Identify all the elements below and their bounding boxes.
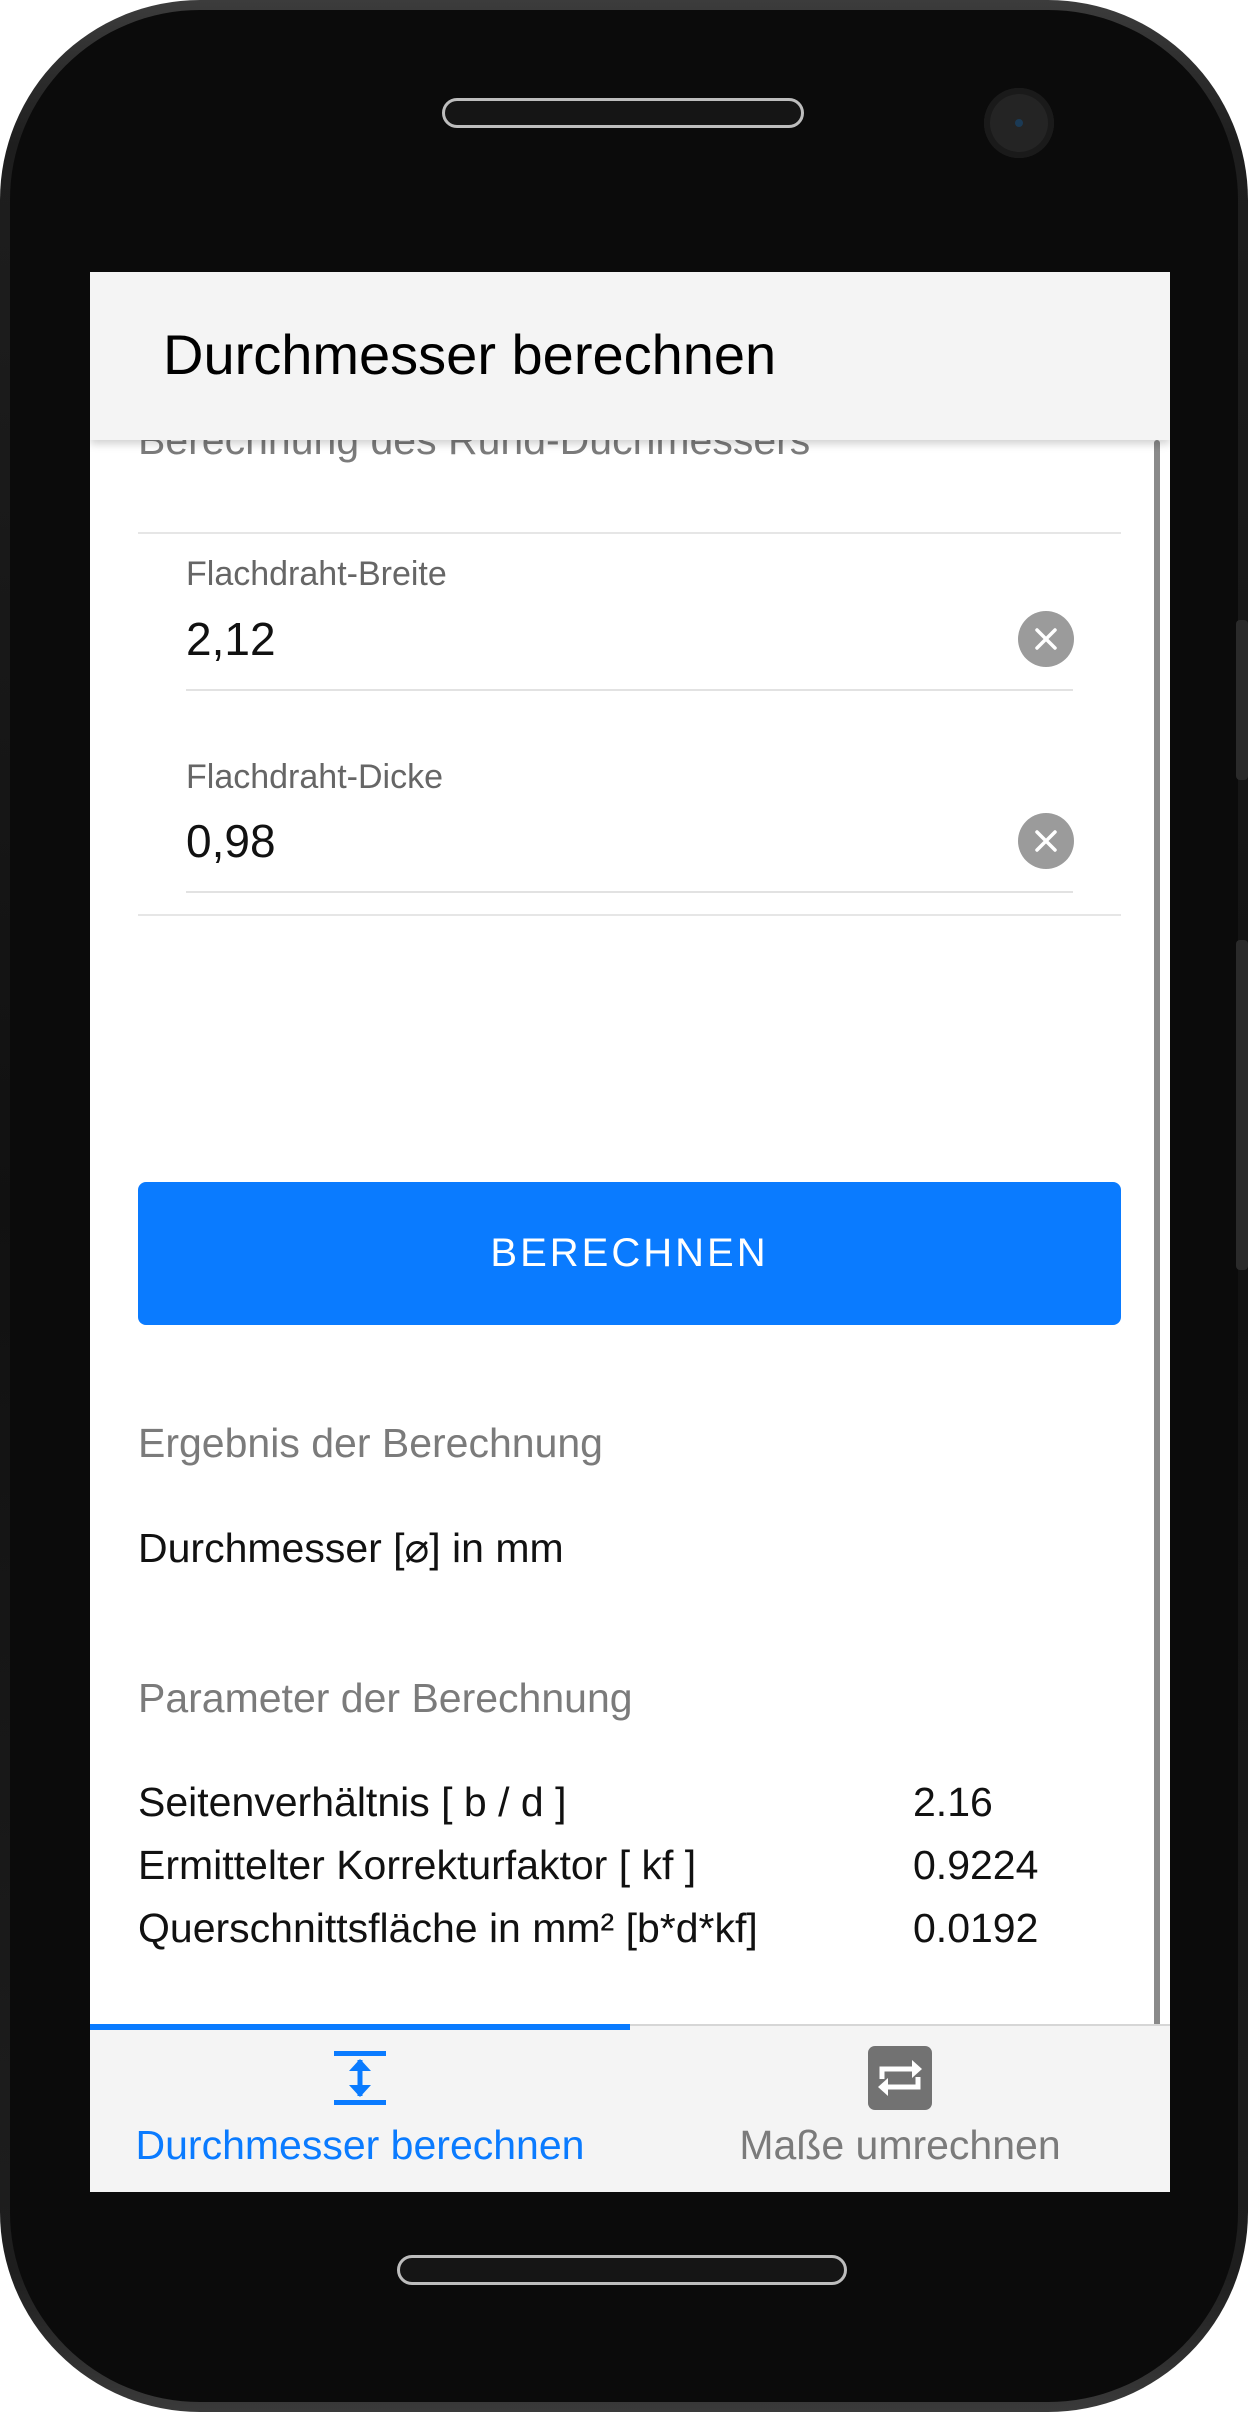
front-camera bbox=[984, 88, 1054, 158]
tab-diameter[interactable]: Durchmesser berechnen bbox=[90, 2024, 630, 2192]
width-input[interactable] bbox=[186, 607, 1006, 671]
width-field-underline bbox=[186, 689, 1073, 691]
calculate-button[interactable]: BERECHNEN bbox=[138, 1182, 1121, 1325]
result-section-title: Ergebnis der Berechnung bbox=[138, 1420, 603, 1466]
bottom-speaker bbox=[397, 2255, 847, 2285]
parameter-row: Querschnittsfläche in mm² [b*d*kf] 0.019… bbox=[138, 1905, 1098, 1961]
vertical-resize-icon bbox=[334, 2051, 386, 2105]
thickness-field-underline bbox=[186, 891, 1073, 893]
width-field-label: Flachdraht-Breite bbox=[186, 555, 447, 593]
clear-width-button[interactable] bbox=[1018, 611, 1074, 667]
power-button bbox=[1236, 620, 1248, 780]
thickness-field-label: Flachdraht-Dicke bbox=[186, 758, 443, 796]
parameter-row: Seitenverhältnis [ b / d ] 2.16 bbox=[138, 1779, 1098, 1835]
phone-frame: Durchmesser berechnen Berechnung des Run… bbox=[0, 0, 1248, 2412]
app-screen: Durchmesser berechnen Berechnung des Run… bbox=[90, 272, 1170, 2192]
parameter-label: Ermittelter Korrekturfaktor [ kf ] bbox=[138, 1842, 697, 1888]
parameter-value: 2.16 bbox=[913, 1779, 993, 1825]
page-title: Durchmesser berechnen bbox=[163, 323, 777, 386]
swap-icon bbox=[868, 2046, 932, 2110]
section-divider bbox=[138, 532, 1121, 534]
clear-thickness-button[interactable] bbox=[1018, 813, 1074, 869]
tab-convert[interactable]: Maße umrechnen bbox=[630, 2026, 1170, 2192]
parameter-label: Seitenverhältnis [ b / d ] bbox=[138, 1779, 567, 1825]
section-divider bbox=[138, 914, 1121, 916]
parameter-value: 0.9224 bbox=[913, 1842, 1039, 1888]
parameter-row: Ermittelter Korrekturfaktor [ kf ] 0.922… bbox=[138, 1842, 1098, 1898]
result-diameter-text: Durchmesser [⌀] in mm bbox=[138, 1525, 564, 1571]
volume-button bbox=[1236, 940, 1248, 1270]
tab-label: Maße umrechnen bbox=[739, 2122, 1061, 2168]
earpiece-speaker bbox=[442, 98, 804, 128]
scrollbar[interactable] bbox=[1154, 440, 1160, 2192]
parameter-value: 0.0192 bbox=[913, 1905, 1039, 1951]
app-header: Durchmesser berechnen bbox=[90, 272, 1170, 440]
close-icon bbox=[1035, 628, 1057, 650]
tab-label: Durchmesser berechnen bbox=[135, 2122, 585, 2168]
active-tab-indicator bbox=[90, 2024, 630, 2030]
thickness-input[interactable] bbox=[186, 809, 1006, 873]
parameter-label: Querschnittsfläche in mm² [b*d*kf] bbox=[138, 1905, 758, 1951]
close-icon bbox=[1035, 830, 1057, 852]
parameters-section-title: Parameter der Berechnung bbox=[138, 1675, 633, 1721]
bottom-tab-bar: Durchmesser berechnen Maße umrechnen bbox=[90, 2024, 1170, 2192]
